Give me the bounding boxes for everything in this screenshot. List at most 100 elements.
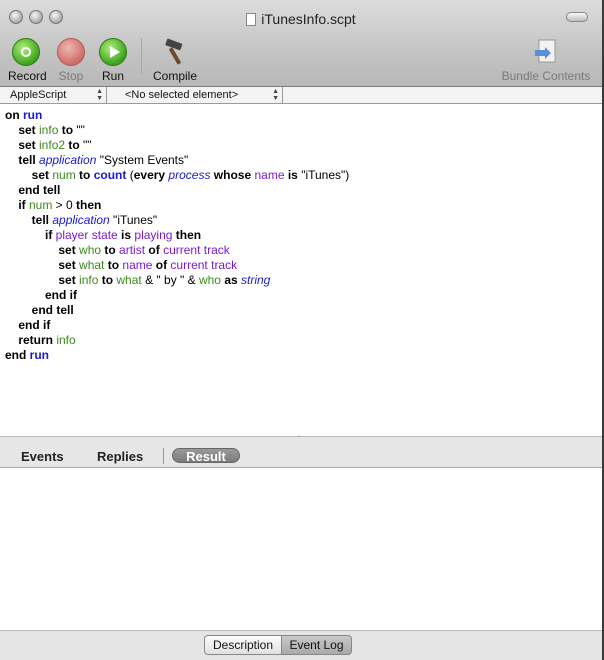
code-token: set: [5, 258, 80, 272]
code-token: to: [65, 138, 84, 152]
script-editor-window: iTunesInfo.scpt Record Stop Run Compile: [0, 0, 604, 660]
code-token: to: [101, 243, 120, 257]
code-line[interactable]: set info to what & " by " & who as strin…: [5, 273, 349, 288]
window-title: iTunesInfo.scpt: [261, 11, 356, 27]
code-token: of: [152, 258, 171, 272]
bottom-bar: Description Event Log: [0, 631, 602, 660]
code-token: playing: [134, 228, 173, 242]
code-line[interactable]: end tell: [5, 183, 349, 198]
code-token: what: [116, 273, 142, 287]
code-token: num: [52, 168, 76, 182]
code-token: > 0: [52, 198, 77, 212]
code-line[interactable]: on run: [5, 108, 349, 123]
code-token: set: [5, 138, 40, 152]
hammer-icon: [165, 38, 183, 65]
code-token: info: [39, 123, 59, 137]
code-token: name: [122, 258, 153, 272]
code-line[interactable]: if player state is playing then: [5, 228, 349, 243]
code-token: run: [29, 348, 50, 362]
toolbar-toggle-button[interactable]: [566, 12, 588, 22]
code-token: current track: [170, 258, 238, 272]
description-tab[interactable]: Description: [204, 635, 282, 655]
code-token: "iTunes"): [301, 168, 350, 182]
script-editor[interactable]: on run set info to "" set info2 to "" te…: [0, 104, 602, 437]
code-line[interactable]: set what to name of current track: [5, 258, 349, 273]
element-popup[interactable]: <No selected element> ▲ ▼: [107, 87, 283, 103]
code-token: to: [58, 123, 77, 137]
tab-events[interactable]: Events: [21, 449, 64, 464]
code-line[interactable]: end if: [5, 288, 349, 303]
code-token: then: [76, 198, 102, 212]
code-token: to: [98, 273, 117, 287]
code-token: what: [79, 258, 105, 272]
code-token: "": [76, 123, 85, 137]
tab-replies[interactable]: Replies: [97, 449, 143, 464]
code-line[interactable]: if num > 0 then: [5, 198, 349, 213]
bundle-contents-button[interactable]: Bundle Contents: [500, 38, 592, 83]
code-token: who: [79, 243, 102, 257]
stop-icon: [57, 38, 85, 66]
navigation-bar: AppleScript ▲ ▼ <No selected element> ▲ ▼: [0, 87, 602, 104]
record-button[interactable]: Record: [8, 38, 47, 83]
code-token: on: [5, 108, 23, 122]
code-token: whose: [210, 168, 255, 182]
code-line[interactable]: set info to "": [5, 123, 349, 138]
code-token: every: [133, 168, 169, 182]
code-line[interactable]: set info2 to "": [5, 138, 349, 153]
code-token: then: [172, 228, 202, 242]
compile-label: Compile: [152, 69, 197, 83]
code-token: player state: [55, 228, 118, 242]
code-line[interactable]: set num to count (every process whose na…: [5, 168, 350, 183]
code-token: run: [23, 108, 43, 122]
record-icon: [12, 38, 40, 66]
script-code[interactable]: on run set info to "" set info2 to "" te…: [5, 108, 349, 363]
code-token: to: [104, 258, 123, 272]
code-token: end tell: [5, 183, 61, 197]
code-token: application: [39, 153, 97, 167]
result-pane[interactable]: [0, 468, 602, 631]
code-token: & " by " &: [141, 273, 199, 287]
code-token: as: [220, 273, 241, 287]
code-token: num: [29, 198, 53, 212]
code-token: if: [5, 228, 56, 242]
code-token: (: [126, 168, 134, 182]
compile-button[interactable]: Compile: [151, 38, 199, 83]
element-popup-value: <No selected element>: [125, 89, 239, 101]
code-token: who: [198, 273, 221, 287]
tab-separator: [163, 448, 164, 464]
code-line[interactable]: end tell: [5, 303, 349, 318]
code-token: info2: [39, 138, 66, 152]
language-popup[interactable]: AppleScript ▲ ▼: [0, 87, 107, 103]
language-popup-value: AppleScript: [10, 89, 67, 101]
code-token: "iTunes": [109, 213, 158, 227]
code-line[interactable]: return info: [5, 333, 349, 348]
code-token: end: [5, 348, 30, 362]
code-token: end tell: [5, 303, 74, 317]
code-token: to: [75, 168, 94, 182]
code-token: set: [5, 123, 40, 137]
code-token: return: [5, 333, 57, 347]
code-token: name: [254, 168, 285, 182]
code-token: of: [145, 243, 164, 257]
code-token: application: [52, 213, 110, 227]
play-icon: [99, 38, 127, 66]
event-log-tab[interactable]: Event Log: [281, 635, 352, 655]
code-line[interactable]: tell application "System Events": [5, 153, 349, 168]
code-token: info: [79, 273, 99, 287]
code-token: info: [56, 333, 76, 347]
code-line[interactable]: tell application "iTunes": [5, 213, 349, 228]
toolbar-separator: [141, 38, 142, 74]
tab-result[interactable]: Result: [172, 448, 240, 464]
stop-label: Stop: [58, 69, 84, 83]
code-line[interactable]: end if: [5, 318, 349, 333]
window-title-area: iTunesInfo.scpt: [0, 11, 602, 27]
code-line[interactable]: end run: [5, 348, 349, 363]
document-icon: [246, 13, 257, 26]
code-line[interactable]: set who to artist of current track: [5, 243, 349, 258]
run-button[interactable]: Run: [98, 38, 128, 83]
bundle-contents-icon: [535, 39, 556, 63]
code-token: set: [5, 168, 53, 182]
stop-button[interactable]: Stop: [55, 38, 87, 83]
code-token: string: [241, 273, 271, 287]
bundle-contents-label: Bundle Contents: [501, 69, 591, 83]
